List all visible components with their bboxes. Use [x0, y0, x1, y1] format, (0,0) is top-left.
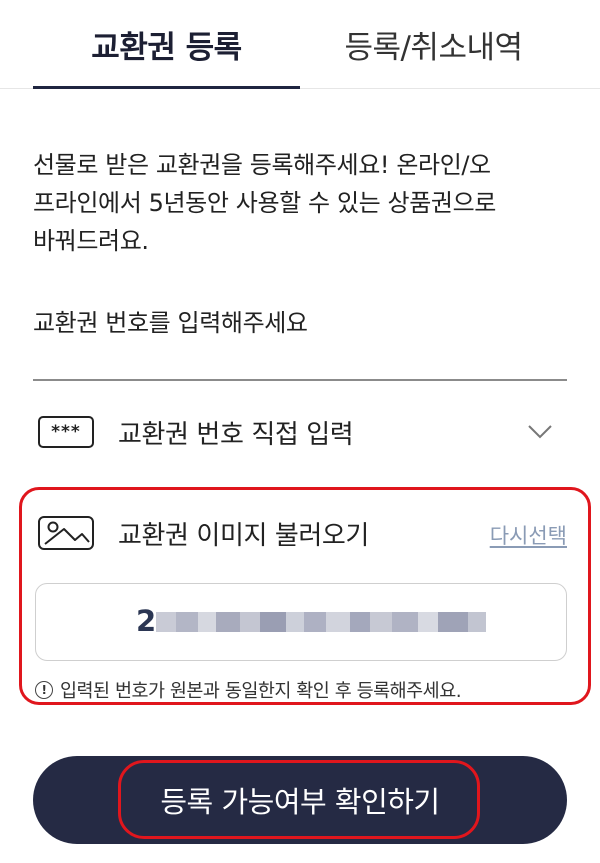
- description-line: 선물로 받은 교환권을 등록해주세요! 온라인/오: [33, 151, 491, 179]
- info-icon: !: [35, 681, 53, 699]
- tab-history[interactable]: 등록/취소내역: [300, 0, 567, 88]
- image-load-label: 교환권 이미지 불러오기: [118, 520, 369, 551]
- tab-bar: 교환권 등록 등록/취소내역: [0, 0, 600, 89]
- notice-text: ! 입력된 번호가 원본과 동일한지 확인 후 등록해주세요.: [35, 677, 462, 703]
- masked-code: [156, 604, 506, 640]
- description: 선물로 받은 교환권을 등록해주세요! 온라인/오 프라인에서 5년동안 사용할…: [33, 146, 573, 260]
- direct-input-option[interactable]: *** 교환권 번호 직접 입력: [33, 402, 567, 462]
- direct-input-label: 교환권 번호 직접 입력: [118, 419, 354, 450]
- password-icon: ***: [38, 416, 94, 448]
- tab-register-voucher[interactable]: 교환권 등록: [33, 0, 300, 89]
- chevron-down-icon[interactable]: [527, 418, 553, 444]
- image-icon: [38, 516, 94, 550]
- image-load-option[interactable]: 교환권 이미지 불러오기 다시선택: [33, 503, 567, 563]
- reselect-link[interactable]: 다시선택: [490, 520, 567, 550]
- voucher-code-field[interactable]: 2: [35, 583, 567, 661]
- voucher-code-value: 2: [136, 604, 157, 638]
- notice-message: 입력된 번호가 원본과 동일한지 확인 후 등록해주세요.: [60, 681, 462, 702]
- check-availability-button[interactable]: 등록 가능여부 확인하기: [33, 756, 567, 844]
- input-prompt: 교환권 번호를 입력해주세요: [33, 309, 308, 337]
- section-divider: [33, 379, 567, 381]
- description-line: 바꿔드려요.: [33, 227, 149, 255]
- description-line: 프라인에서 5년동안 사용할 수 있는 상품권으로: [33, 189, 496, 217]
